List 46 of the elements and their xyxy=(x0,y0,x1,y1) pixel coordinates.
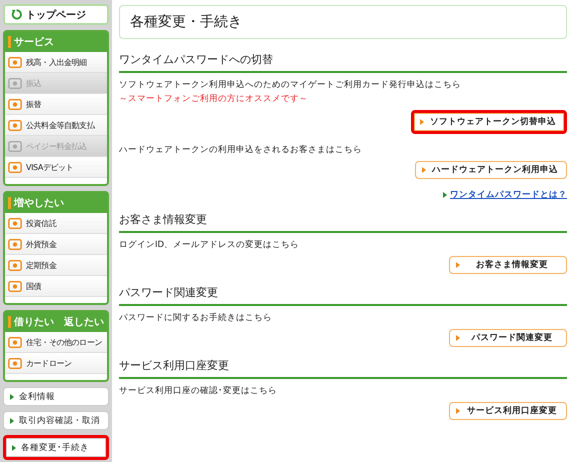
menu-item-icon xyxy=(8,98,22,110)
page-title: 各種変更・手続き xyxy=(119,5,567,39)
triangle-icon xyxy=(12,444,16,450)
triangle-icon xyxy=(422,167,426,173)
top-page-button[interactable]: トップページ xyxy=(3,4,109,25)
action-button[interactable]: ソフトウェアトークン切替申込 xyxy=(411,110,567,134)
menu-item-icon xyxy=(8,216,22,230)
menu-item-icon xyxy=(8,118,22,132)
action-button[interactable]: お客さま情報変更 xyxy=(449,256,567,274)
section-heading: お客さま情報変更 xyxy=(119,209,567,233)
action-button[interactable]: サービス利用口座変更 xyxy=(449,402,567,420)
section-heading: ワンタイムパスワードへの切替 xyxy=(119,49,567,73)
section-heading: サービス利用口座変更 xyxy=(119,355,567,379)
recommendation-note: ～スマートフォンご利用の方にオススメです～ xyxy=(119,93,309,105)
description-text: ログインID、メールアドレスの変更はこちら xyxy=(119,239,300,251)
refresh-icon xyxy=(11,9,22,20)
menu-heading: サービス xyxy=(5,32,107,52)
menu-item-icon xyxy=(8,336,22,348)
description-text: ハードウェアトークンの利用申込をされるお客さまはこちら xyxy=(119,144,363,156)
action-button[interactable]: パスワード関連変更 xyxy=(449,329,567,347)
sidebar-link[interactable]: 金利情報 xyxy=(3,387,109,406)
menu-item-icon xyxy=(8,280,22,292)
description-text: ソフトウェアトークン利用申込へのためのマイゲートご利用カード発行申込はこちら xyxy=(119,79,462,91)
menu-item-icon xyxy=(8,160,22,174)
menu-item-icon xyxy=(8,140,22,152)
menu-item-icon xyxy=(8,356,22,370)
triangle-icon xyxy=(10,418,14,424)
menu-heading: 借りたい 返したい xyxy=(5,312,107,332)
triangle-icon xyxy=(456,335,460,341)
menu-item-icon xyxy=(8,238,22,250)
menu-item-icon xyxy=(8,76,22,90)
description-text: サービス利用口座の確認･変更はこちら xyxy=(119,385,278,397)
section-heading: パスワード関連変更 xyxy=(119,282,567,306)
triangle-icon xyxy=(10,394,14,400)
sidebar-link[interactable]: 各種変更･手続き xyxy=(3,435,109,460)
triangle-icon xyxy=(456,408,460,414)
action-button[interactable]: ハードウェアトークン利用申込 xyxy=(415,161,567,179)
description-text: パスワードに関するお手続きはこちら xyxy=(119,312,273,324)
menu-heading: 増やしたい xyxy=(5,193,107,213)
triangle-icon xyxy=(443,192,447,198)
menu-item-icon xyxy=(8,56,22,68)
sidebar-link[interactable]: 取引内容確認・取消 xyxy=(3,411,109,430)
triangle-icon xyxy=(420,119,424,125)
help-link[interactable]: ワンタイムパスワードとは？ xyxy=(450,189,567,201)
menu-item-icon xyxy=(8,258,22,272)
triangle-icon xyxy=(456,262,460,268)
